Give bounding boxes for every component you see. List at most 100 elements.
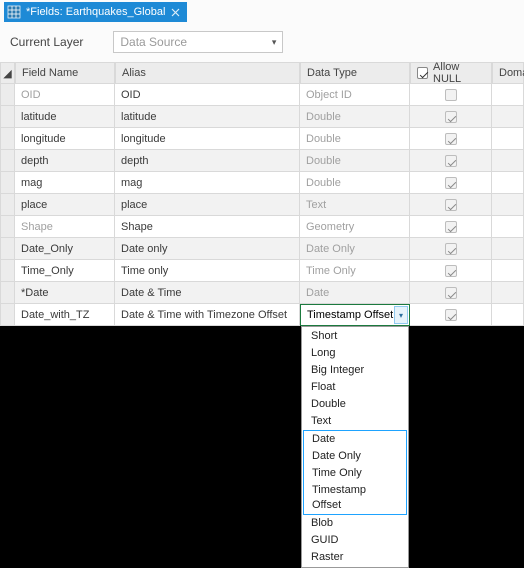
col-domain[interactable]: Domain [492,62,524,84]
cell-allow-null[interactable] [410,194,492,216]
table-row[interactable]: Time_OnlyTime onlyTime Only [0,260,524,282]
allow-null-checkbox[interactable] [445,309,457,321]
dropdown-item[interactable]: Big Integer [303,362,407,379]
cell-allow-null[interactable] [410,84,492,106]
row-handle[interactable] [0,238,15,260]
allow-null-checkbox[interactable] [445,89,457,101]
cell-data-type[interactable]: Date [300,282,410,304]
cell-domain[interactable] [492,106,524,128]
cell-domain[interactable] [492,128,524,150]
cell-field-name[interactable]: Shape [15,216,115,238]
table-row[interactable]: placeplaceText [0,194,524,216]
cell-alias[interactable]: Time only [115,260,300,282]
cell-alias[interactable]: longitude [115,128,300,150]
cell-field-name[interactable]: OID [15,84,115,106]
cell-allow-null[interactable] [410,128,492,150]
cell-domain[interactable] [492,84,524,106]
col-field-name[interactable]: Field Name [15,62,115,84]
cell-alias[interactable]: Shape [115,216,300,238]
cell-data-type[interactable]: Time Only [300,260,410,282]
cell-field-name[interactable]: place [15,194,115,216]
row-handle[interactable] [0,194,15,216]
close-icon[interactable] [169,6,181,18]
cell-alias[interactable]: Date & Time with Timezone Offset [115,304,300,326]
allow-null-checkbox[interactable] [445,243,457,255]
cell-allow-null[interactable] [410,172,492,194]
dropdown-item[interactable]: Double [303,396,407,413]
col-allow-null[interactable]: Allow NULL [410,62,492,84]
table-row[interactable]: Date_OnlyDate onlyDate Only [0,238,524,260]
allow-null-checkbox[interactable] [445,199,457,211]
row-handle[interactable] [0,84,15,106]
cell-field-name[interactable]: depth [15,150,115,172]
cell-allow-null[interactable] [410,216,492,238]
cell-alias[interactable]: Date only [115,238,300,260]
table-row[interactable]: *DateDate & TimeDate [0,282,524,304]
table-row[interactable]: depthdepthDouble [0,150,524,172]
allow-null-header-checkbox[interactable] [417,67,428,79]
cell-field-name[interactable]: mag [15,172,115,194]
cell-data-type[interactable]: Double [300,106,410,128]
allow-null-checkbox[interactable] [445,133,457,145]
cell-field-name[interactable]: Time_Only [15,260,115,282]
cell-allow-null[interactable] [410,282,492,304]
layer-dropdown[interactable]: Data Source ▾ [113,31,283,53]
dropdown-item[interactable]: Raster [303,549,407,566]
cell-alias[interactable]: OID [115,84,300,106]
cell-data-type[interactable]: Timestamp Offset▾ [300,304,410,326]
cell-data-type[interactable]: Double [300,172,410,194]
tab-fields[interactable]: *Fields: Earthquakes_Global [4,2,187,22]
row-handle[interactable] [0,128,15,150]
dropdown-item[interactable]: Long [303,345,407,362]
allow-null-checkbox[interactable] [445,177,457,189]
cell-field-name[interactable]: Date_with_TZ [15,304,115,326]
row-handle[interactable] [0,150,15,172]
allow-null-checkbox[interactable] [445,155,457,167]
data-type-dropdown-list[interactable]: ShortLongBig IntegerFloatDoubleText Date… [301,326,409,568]
dropdown-item[interactable]: Text [303,413,407,430]
cell-data-type[interactable]: Date Only [300,238,410,260]
cell-alias[interactable]: depth [115,150,300,172]
cell-domain[interactable] [492,304,524,326]
cell-alias[interactable]: latitude [115,106,300,128]
dropdown-item[interactable]: Date [304,431,406,448]
cell-data-type[interactable]: Geometry [300,216,410,238]
cell-alias[interactable]: mag [115,172,300,194]
cell-alias[interactable]: Date & Time [115,282,300,304]
col-data-type[interactable]: Data Type [300,62,410,84]
table-row[interactable]: ShapeShapeGeometry [0,216,524,238]
cell-domain[interactable] [492,150,524,172]
rowhandle-header[interactable]: ◢ [0,62,15,84]
cell-field-name[interactable]: *Date [15,282,115,304]
cell-data-type[interactable]: Double [300,150,410,172]
col-alias[interactable]: Alias [115,62,300,84]
cell-allow-null[interactable] [410,260,492,282]
table-row[interactable]: latitudelatitudeDouble [0,106,524,128]
dropdown-item[interactable]: Float [303,379,407,396]
data-type-combo-button[interactable]: ▾ [394,306,408,324]
table-row[interactable]: magmagDouble [0,172,524,194]
allow-null-checkbox[interactable] [445,265,457,277]
table-row[interactable]: OIDOIDObject ID [0,84,524,106]
cell-allow-null[interactable] [410,150,492,172]
cell-field-name[interactable]: Date_Only [15,238,115,260]
row-handle[interactable] [0,260,15,282]
dropdown-item[interactable]: Blob [303,515,407,532]
cell-field-name[interactable]: latitude [15,106,115,128]
cell-allow-null[interactable] [410,106,492,128]
cell-alias[interactable]: place [115,194,300,216]
cell-domain[interactable] [492,216,524,238]
dropdown-item[interactable]: Timestamp Offset [304,482,406,514]
allow-null-checkbox[interactable] [445,111,457,123]
cell-field-name[interactable]: longitude [15,128,115,150]
cell-allow-null[interactable] [410,238,492,260]
row-handle[interactable] [0,216,15,238]
cell-allow-null[interactable] [410,304,492,326]
cell-domain[interactable] [492,172,524,194]
row-handle[interactable] [0,172,15,194]
cell-domain[interactable] [492,238,524,260]
allow-null-checkbox[interactable] [445,287,457,299]
row-handle[interactable] [0,106,15,128]
row-handle[interactable] [0,304,15,326]
cell-domain[interactable] [492,282,524,304]
